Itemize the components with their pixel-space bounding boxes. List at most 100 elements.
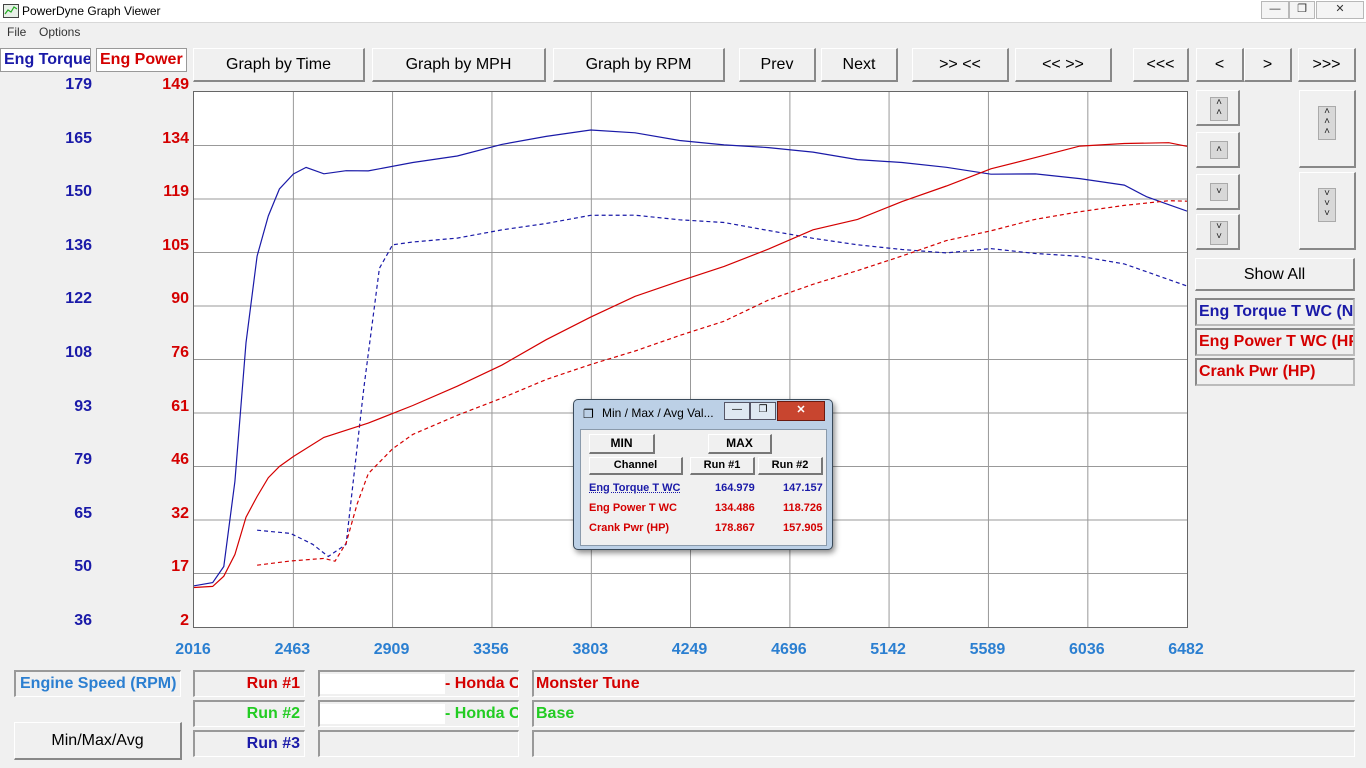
dialog-row-run1: 164.979 <box>715 482 755 494</box>
rpm-tick-label: 4249 <box>671 641 708 658</box>
run-1-label: Run #1 <box>193 670 305 697</box>
power-tick-label: 17 <box>171 558 189 576</box>
run-1-file[interactable]: - Honda C <box>318 670 519 697</box>
rpm-tick-label: 2463 <box>274 641 311 658</box>
title-bar: PowerDyne Graph Viewer — ❐ ✕ <box>0 0 1366 23</box>
triple-chevron-down-icon: ˅ ˅ ˅ <box>1318 188 1336 222</box>
dialog-close-icon[interactable]: ✕ <box>777 401 825 421</box>
max-button[interactable]: MAX <box>708 434 772 454</box>
min-max-avg-dialog: ❐ Min / Max / Avg Val... — ❐ ✕ MIN MAX C… <box>573 399 833 550</box>
restore-icon[interactable]: ❐ <box>1289 1 1315 19</box>
rpm-tick-label: 4696 <box>771 641 807 658</box>
dialog-body: MIN MAX Channel Run #1 Run #2 Eng Torque… <box>580 429 827 546</box>
run-1-file-text: - Honda C <box>445 675 519 692</box>
torque-tick-label: 150 <box>65 183 92 201</box>
graph-by-mph-button[interactable]: Graph by MPH <box>372 48 546 82</box>
show-all-button[interactable]: Show All <box>1195 258 1355 291</box>
graph-by-time-button[interactable]: Graph by Time <box>193 48 365 82</box>
power-tick-label: 32 <box>171 504 189 522</box>
channel-torque[interactable]: Eng Torque T WC (N <box>1195 298 1355 326</box>
rpm-tick-label: 5589 <box>969 641 1006 658</box>
next-button[interactable]: Next <box>821 48 898 82</box>
power-tick-label: 2 <box>180 612 189 629</box>
power-tick-label: 119 <box>163 183 189 201</box>
expand-up-button[interactable]: ˄ ˄ ˄ <box>1299 90 1356 168</box>
dialog-row-run2: 118.726 <box>783 502 823 514</box>
run-2-description[interactable]: Base <box>532 700 1355 727</box>
min-button[interactable]: MIN <box>589 434 655 454</box>
dialog-restore-icon[interactable]: ❐ <box>750 402 776 420</box>
channel-column-header[interactable]: Channel <box>589 457 683 475</box>
torque-tick-label: 50 <box>74 558 92 576</box>
double-chevron-down-icon: ˅ ˅ <box>1210 221 1228 245</box>
back-button[interactable]: < <box>1196 48 1244 82</box>
minimize-icon[interactable]: — <box>1261 1 1289 19</box>
graph-by-rpm-button[interactable]: Graph by RPM <box>553 48 725 82</box>
power-tick-label: 61 <box>171 397 189 415</box>
scroll-up-button[interactable]: ˄ <box>1196 132 1240 168</box>
dialog-row-run1: 134.486 <box>715 502 755 514</box>
run-3-description[interactable] <box>532 730 1355 757</box>
torque-tick-label: 165 <box>65 129 92 147</box>
rpm-tick-label: 2016 <box>175 641 211 658</box>
power-tick-label: 149 <box>162 76 189 93</box>
min-max-avg-button[interactable]: Min/Max/Avg <box>14 722 182 760</box>
scroll-down-button[interactable]: ˅ <box>1196 174 1240 210</box>
zoom-in-button[interactable]: >> << <box>912 48 1009 82</box>
chevron-down-icon: ˅ <box>1210 183 1228 201</box>
last-button[interactable]: >>> <box>1298 48 1356 82</box>
channel-crank-power[interactable]: Crank Pwr (HP) <box>1195 358 1355 386</box>
torque-tick-label: 93 <box>74 397 92 415</box>
dialog-row-run2: 147.157 <box>783 482 823 494</box>
run-1-description[interactable]: Monster Tune <box>532 670 1355 697</box>
first-button[interactable]: <<< <box>1133 48 1189 82</box>
triple-chevron-up-icon: ˄ ˄ ˄ <box>1318 106 1336 140</box>
dialog-title: Min / Max / Avg Val... <box>602 406 714 420</box>
run-2-file-text: - Honda C <box>445 705 519 722</box>
run-2-label: Run #2 <box>193 700 305 727</box>
torque-tick-label: 136 <box>65 236 92 254</box>
scroll-up-fast-button[interactable]: ˄ ˄ <box>1196 90 1240 126</box>
power-tick-label: 46 <box>171 451 189 469</box>
menu-options[interactable]: Options <box>39 25 80 39</box>
torque-tick-label: 65 <box>74 504 92 522</box>
chevron-up-icon: ˄ <box>1210 141 1228 159</box>
close-icon[interactable]: ✕ <box>1316 1 1364 19</box>
torque-tick-label: 79 <box>74 451 92 469</box>
prev-button[interactable]: Prev <box>739 48 816 82</box>
run-3-file[interactable] <box>318 730 519 757</box>
menu-file[interactable]: File <box>7 25 26 39</box>
redacted-block <box>320 703 445 724</box>
power-tick-label: 90 <box>171 290 189 308</box>
torque-tick-label: 108 <box>65 344 92 361</box>
x-channel-field[interactable]: Engine Speed (RPM) <box>14 670 181 697</box>
dialog-row-run1: 178.867 <box>715 522 755 534</box>
dialog-row-channel: Crank Pwr (HP) <box>589 522 670 534</box>
dialog-window-icon: ❐ <box>583 407 594 421</box>
menu-bar: File Options <box>0 23 1366 41</box>
rpm-tick-label: 3803 <box>572 641 609 658</box>
redacted-block <box>320 673 445 694</box>
forward-button[interactable]: > <box>1244 48 1292 82</box>
power-tick-label: 105 <box>162 236 189 254</box>
scroll-down-fast-button[interactable]: ˅ ˅ <box>1196 214 1240 250</box>
run-2-column-header[interactable]: Run #2 <box>758 457 823 475</box>
app-icon <box>3 4 19 18</box>
rpm-tick-label: 3356 <box>473 641 509 658</box>
expand-down-button[interactable]: ˅ ˅ ˅ <box>1299 172 1356 250</box>
zoom-out-button[interactable]: << >> <box>1015 48 1112 82</box>
torque-tick-label: 179 <box>65 76 92 93</box>
dialog-minimize-icon[interactable]: — <box>724 402 750 420</box>
run-2-file[interactable]: - Honda C <box>318 700 519 727</box>
torque-legend-label: Eng Torque <box>0 48 91 72</box>
channel-power[interactable]: Eng Power T WC (HP <box>1195 328 1355 356</box>
torque-tick-label: 36 <box>74 612 92 629</box>
double-chevron-up-icon: ˄ ˄ <box>1210 97 1228 121</box>
rpm-tick-label: 2909 <box>373 641 410 658</box>
rpm-tick-label: 6482 <box>1168 641 1204 658</box>
run-1-column-header[interactable]: Run #1 <box>690 457 755 475</box>
torque-tick-label: 122 <box>65 290 92 308</box>
power-tick-label: 134 <box>162 129 189 147</box>
dialog-row-channel: Eng Torque T WC <box>589 482 681 494</box>
dialog-row-run2: 157.905 <box>783 522 823 534</box>
